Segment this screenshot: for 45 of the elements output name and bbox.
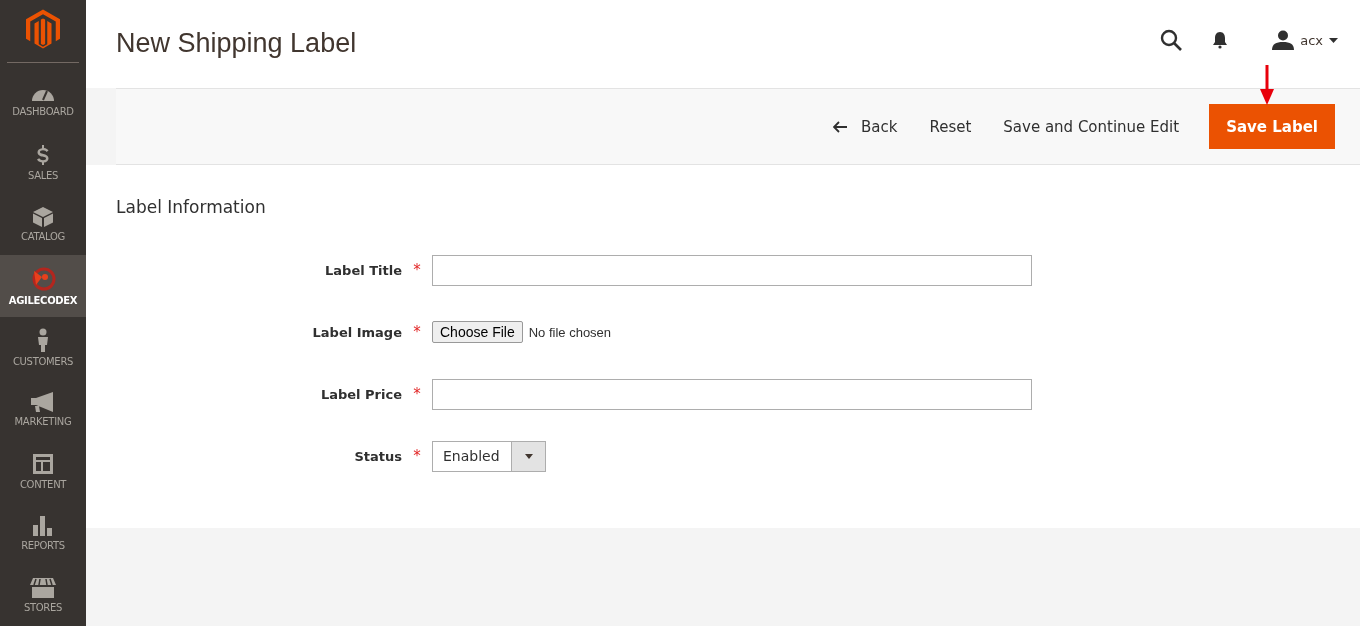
sidebar-item[interactable]: CATALOG: [0, 193, 86, 256]
action-button[interactable]: Save and Continue Edit: [991, 109, 1192, 144]
caret-icon: [1329, 37, 1338, 43]
required-mark: *: [412, 261, 422, 279]
section-title: Label Information: [116, 197, 267, 217]
choose-file-button[interactable]: Choose File: [432, 321, 523, 343]
layout-icon: [32, 453, 54, 476]
file-status: No file chosen: [528, 324, 612, 340]
back-arrow-icon: [833, 120, 847, 133]
sidebar-item[interactable]: MARKETING: [0, 378, 86, 441]
sidebar-item[interactable]: SALES: [0, 131, 86, 194]
required-mark: *: [412, 447, 422, 465]
field-label: Label Image: [311, 324, 402, 340]
back-button[interactable]: Back: [821, 109, 910, 144]
bar-chart-icon: [33, 515, 53, 536]
emblem-icon: [30, 266, 56, 291]
status-select[interactable]: Enabled: [432, 440, 546, 472]
sidebar-item[interactable]: AGILECODEX: [0, 255, 86, 318]
sidebar-item[interactable]: STORES: [0, 564, 86, 626]
box-icon: [33, 206, 53, 227]
megaphone-icon: [31, 392, 55, 413]
dollar-icon: [36, 144, 50, 167]
action-button[interactable]: Reset: [917, 109, 984, 144]
required-mark: *: [412, 385, 422, 403]
save-button[interactable]: Save Label: [1209, 104, 1335, 149]
sidebar-item[interactable]: CUSTOMERS: [0, 317, 86, 379]
field-label: Status: [353, 448, 402, 464]
bell-icon[interactable]: [1212, 31, 1229, 49]
annotation-arrow: [1260, 65, 1275, 105]
sidebar-item[interactable]: DASHBOARD: [0, 69, 86, 132]
logo-icon: [26, 9, 60, 49]
user-menu[interactable]: acx: [1272, 30, 1338, 50]
sidebar-item[interactable]: REPORTS: [0, 502, 86, 565]
user-icon: [1272, 30, 1295, 50]
page-title: New Shipping Label: [116, 28, 357, 59]
storefront-icon: [30, 577, 56, 598]
caret-icon: [524, 453, 533, 459]
field-label: Label Title: [324, 262, 402, 278]
person-icon: [36, 328, 50, 353]
field-label: Label Price: [319, 386, 402, 402]
input-field[interactable]: [432, 378, 1032, 410]
input-field[interactable]: [432, 254, 1032, 286]
required-mark: *: [412, 323, 422, 341]
sidebar-item[interactable]: CONTENT: [0, 440, 86, 503]
search-icon[interactable]: [1160, 29, 1183, 51]
